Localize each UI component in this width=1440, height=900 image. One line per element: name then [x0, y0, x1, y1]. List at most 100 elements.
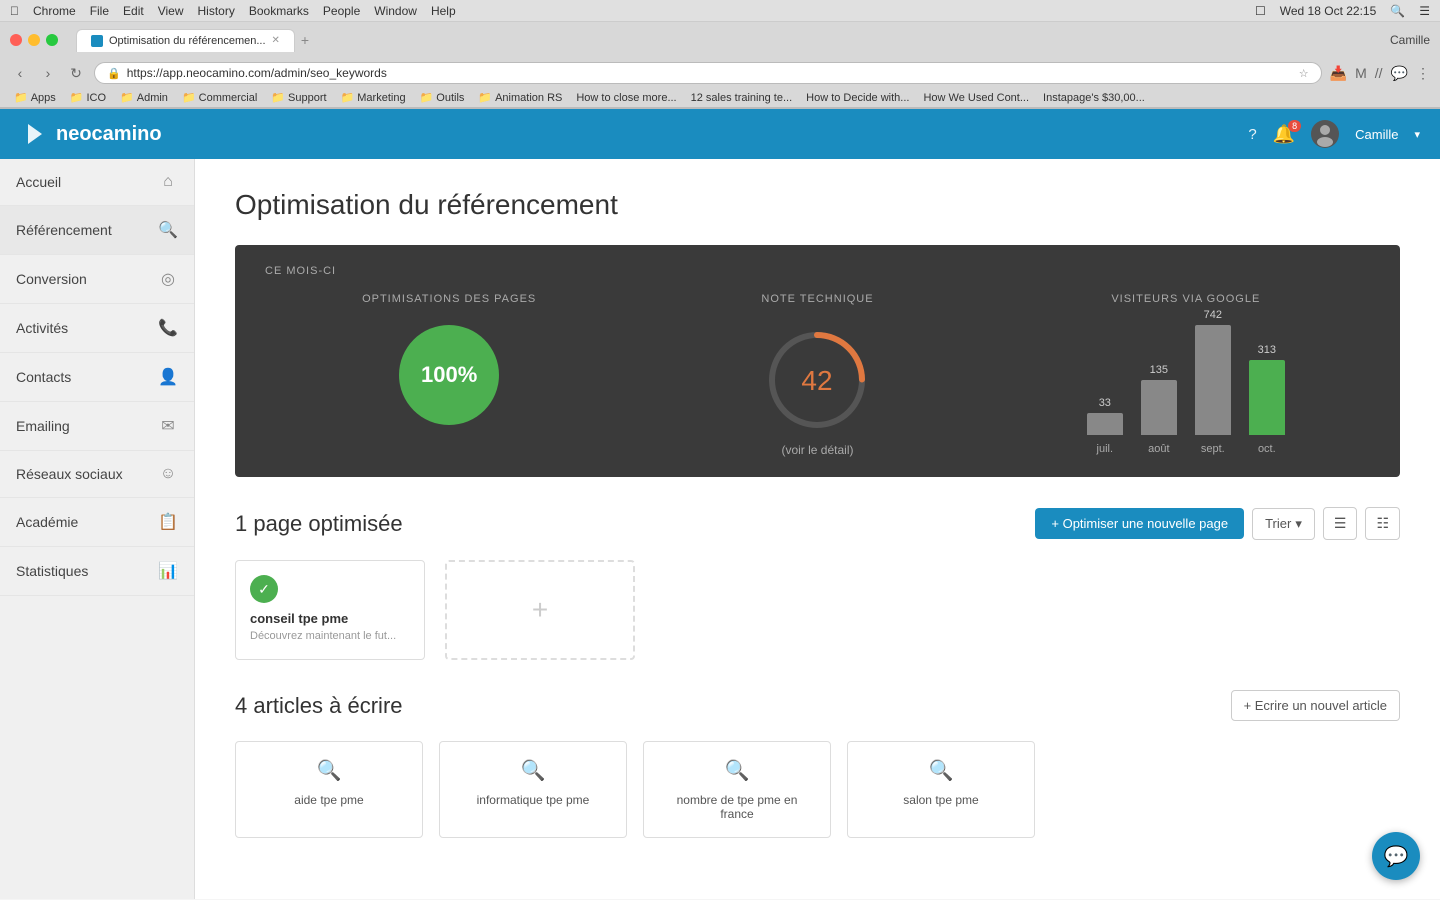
logo-icon: [20, 120, 48, 148]
app-body: Accueil ⌂ Référencement 🔍 Conversion ◎ A…: [0, 159, 1440, 899]
forward-button[interactable]: ›: [38, 65, 58, 81]
folder-icon: 📁: [14, 91, 28, 104]
bookmarks-menu[interactable]: Bookmarks: [249, 4, 309, 18]
optimize-new-page-button[interactable]: + Optimiser une nouvelle page: [1035, 508, 1244, 539]
bookmarks-bar: 📁 Apps 📁 ICO 📁 Admin 📁 Commercial 📁 Supp…: [0, 88, 1440, 108]
minimize-button[interactable]: [28, 34, 40, 46]
user-name-button[interactable]: Camille: [1355, 127, 1398, 142]
user-dropdown-icon[interactable]: ▾: [1414, 128, 1420, 141]
sidebar-item-accueil[interactable]: Accueil ⌂: [0, 159, 194, 206]
bookmark-ico[interactable]: 📁 ICO: [66, 90, 110, 105]
browser-tab[interactable]: Optimisation du référencemen... ✕: [76, 29, 295, 52]
bookmark-outils[interactable]: 📁 Outils: [416, 90, 469, 105]
article-keyword-0: aide tpe pme: [294, 793, 363, 807]
page-card-conseil[interactable]: ✓ conseil tpe pme Découvrez maintenant l…: [235, 560, 425, 660]
article-card-1[interactable]: 🔍 informatique tpe pme: [439, 741, 627, 838]
bookmark-howweused[interactable]: How We Used Cont...: [919, 91, 1033, 105]
social-icon: ☺: [158, 465, 178, 483]
extension-icon-3[interactable]: //: [1375, 65, 1383, 81]
bar-label-aout: août: [1148, 443, 1169, 455]
bar-val-sept: 742: [1204, 309, 1222, 321]
article-search-icon-3: 🔍: [929, 758, 954, 783]
window-menu[interactable]: Window: [374, 4, 417, 18]
bookmark-marketing[interactable]: 📁 Marketing: [337, 90, 410, 105]
new-tab-button[interactable]: +: [301, 32, 309, 48]
bar-oct: 313 oct.: [1249, 344, 1285, 455]
search-icon[interactable]: 🔍: [1390, 4, 1405, 18]
apple-menu[interactable]: : [10, 4, 19, 18]
edit-menu[interactable]: Edit: [123, 4, 144, 18]
chrome-menu[interactable]: Chrome: [33, 4, 76, 18]
month-label: CE MOIS-CI: [265, 265, 1370, 277]
close-button[interactable]: [10, 34, 22, 46]
people-menu[interactable]: People: [323, 4, 360, 18]
header-right: ? 🔔 8 Camille ▾: [1248, 120, 1420, 148]
bookmark-apps[interactable]: 📁 Apps: [10, 90, 60, 105]
search-icon: 🔍: [158, 220, 178, 240]
card-subtitle: Découvrez maintenant le fut...: [250, 630, 410, 642]
extension-icon-2[interactable]: M: [1355, 65, 1367, 81]
chat-widget-button[interactable]: 💬: [1372, 832, 1420, 880]
notification-badge: 8: [1288, 120, 1301, 132]
history-menu[interactable]: History: [198, 4, 235, 18]
add-page-card[interactable]: +: [445, 560, 635, 660]
article-card-0[interactable]: 🔍 aide tpe pme: [235, 741, 423, 838]
sort-button[interactable]: Trier ▾: [1252, 508, 1315, 540]
extension-icon-4[interactable]: 💬: [1391, 65, 1408, 82]
bookmark-instapage[interactable]: Instapage's $30,00...: [1039, 91, 1149, 105]
dropbox-icon: ☐: [1255, 4, 1266, 18]
stats-row: OPTIMISATIONS DES PAGES 100% NOTE TECHNI…: [265, 293, 1370, 457]
star-icon[interactable]: ☆: [1299, 67, 1309, 80]
lock-icon: 🔒: [107, 67, 121, 80]
list-view-button[interactable]: ☰: [1323, 507, 1358, 540]
traffic-lights: [10, 34, 58, 46]
sidebar-item-reseaux[interactable]: Réseaux sociaux ☺: [0, 451, 194, 498]
bar-juil-rect: [1087, 413, 1123, 435]
reload-button[interactable]: ↻: [66, 65, 86, 82]
extension-icon-1[interactable]: 📥: [1330, 65, 1347, 82]
file-menu[interactable]: File: [90, 4, 109, 18]
menu-button[interactable]: ⋮: [1416, 65, 1430, 82]
write-article-button[interactable]: + Ecrire un nouvel article: [1231, 690, 1400, 721]
maximize-button[interactable]: [46, 34, 58, 46]
sidebar-item-statistiques[interactable]: Statistiques 📊: [0, 547, 194, 596]
bar-sept: 742 sept.: [1195, 309, 1231, 455]
grid-view-button[interactable]: ☷: [1365, 507, 1400, 540]
bookmark-animation[interactable]: 📁 Animation RS: [474, 90, 566, 105]
back-button[interactable]: ‹: [10, 65, 30, 81]
tab-close-button[interactable]: ✕: [272, 35, 280, 46]
sidebar-item-activites[interactable]: Activités 📞: [0, 304, 194, 353]
article-card-2[interactable]: 🔍 nombre de tpe pme en france: [643, 741, 831, 838]
logo[interactable]: neocamino: [20, 120, 162, 148]
bookmark-howtoclose[interactable]: How to close more...: [572, 91, 680, 105]
bookmark-commercial[interactable]: 📁 Commercial: [178, 90, 261, 105]
sidebar-item-referencement[interactable]: Référencement 🔍: [0, 206, 194, 255]
sidebar-item-academie[interactable]: Académie 📋: [0, 498, 194, 547]
pages-cards-grid: ✓ conseil tpe pme Découvrez maintenant l…: [235, 560, 1400, 660]
book-icon: 📋: [158, 512, 178, 532]
bookmark-decide[interactable]: How to Decide with...: [802, 91, 913, 105]
sidebar-item-conversion[interactable]: Conversion ◎: [0, 255, 194, 304]
tab-title: Optimisation du référencemen...: [109, 35, 266, 47]
note-gauge: 42 (voir le détail): [633, 325, 1001, 457]
bookmark-support[interactable]: 📁 Support: [267, 90, 330, 105]
main-content: Optimisation du référencement CE MOIS-CI…: [195, 159, 1440, 899]
stats-visitors: VISITEURS VIA GOOGLE 33 juil. 135: [1002, 293, 1370, 455]
note-detail[interactable]: (voir le détail): [781, 443, 853, 457]
sidebar-item-emailing[interactable]: Emailing ✉: [0, 402, 194, 451]
card-title: conseil tpe pme: [250, 611, 410, 626]
folder-icon-7: 📁: [420, 91, 434, 104]
folder-icon-4: 📁: [182, 91, 196, 104]
help-menu[interactable]: Help: [431, 4, 456, 18]
folder-icon-3: 📁: [120, 91, 134, 104]
sidebar-item-contacts[interactable]: Contacts 👤: [0, 353, 194, 402]
help-button[interactable]: ?: [1248, 126, 1256, 143]
bar-sept-rect: [1195, 325, 1231, 435]
notifications-bell[interactable]: 🔔 8: [1273, 124, 1295, 145]
bookmark-admin[interactable]: 📁 Admin: [116, 90, 172, 105]
bookmark-sales[interactable]: 12 sales training te...: [687, 91, 797, 105]
address-bar[interactable]: 🔒 https://app.neocamino.com/admin/seo_ke…: [94, 62, 1322, 84]
article-card-3[interactable]: 🔍 salon tpe pme: [847, 741, 1035, 838]
view-menu[interactable]: View: [158, 4, 184, 18]
list-icon[interactable]: ☰: [1419, 4, 1430, 18]
